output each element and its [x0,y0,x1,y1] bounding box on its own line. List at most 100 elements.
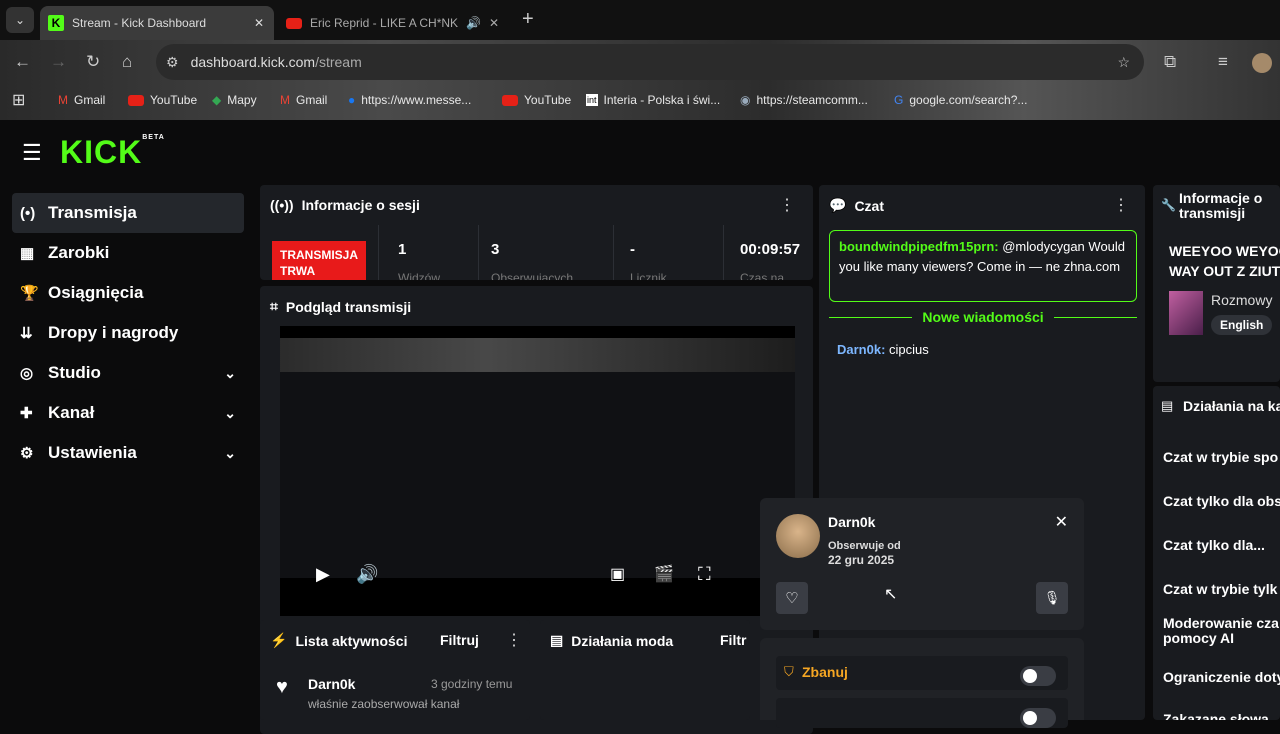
more-options-icon[interactable]: ⋮ [1113,195,1129,215]
youtube-favicon-icon [286,17,302,29]
activity-list-header: ⚡ Lista aktywności [270,632,408,649]
counter-label: Licznik [630,271,667,280]
stream-info-title: Informacje o transmisji [1179,190,1263,221]
user-card-actions: ⛉ Zbanuj [760,638,1084,728]
url-path: /stream [315,54,362,70]
channel-action-ai-moderation[interactable]: Moderowanie cza pomocy AI [1163,616,1280,646]
apps-grid-icon[interactable]: ⊞ [12,90,25,110]
pinned-message-mention: @mlodycygan [1002,239,1085,254]
forward-icon[interactable]: → [50,52,67,72]
second-toggle-row[interactable] [776,698,1068,728]
channel-action-subscribers-only[interactable]: Czat tylko dla... [1163,537,1265,553]
clip-icon[interactable]: 🎬 [654,564,674,584]
viewers-label: Widzów [398,271,441,280]
extensions-icon[interactable]: ⧉ [1164,52,1176,72]
profile-avatar[interactable] [1252,53,1272,73]
shield-icon: ⛉ [784,664,794,679]
gear-icon: ⚙ [20,445,34,462]
pinned-message-user[interactable]: boundwindpipedfm15prn: [839,239,999,254]
ban-row[interactable]: ⛉ Zbanuj [776,656,1068,690]
drops-icon: ⇊ [20,325,33,342]
volume-icon[interactable]: 🔊 [356,564,378,585]
user-card-popup: Darn0k Obserwuje od 22 gru 2025 ✕ ♡ 🎙 [760,498,1084,630]
sidebar-item-dropy[interactable]: ⇊ Dropy i nagrody [12,313,244,353]
back-icon[interactable]: ← [14,52,31,72]
media-control-icon[interactable]: ≡ [1218,52,1228,72]
bookmark-google[interactable]: Ggoogle.com/search?... [894,88,1027,112]
channel-action-emote-mode[interactable]: Czat w trybie tylk [1163,581,1277,597]
address-bar[interactable]: ⚙ dashboard.kick.com /stream ☆ [156,44,1144,80]
counter-value: - [630,241,635,258]
option-toggle[interactable] [1020,708,1056,728]
category-thumbnail [1169,291,1203,335]
browser-chrome: ⌄ K Stream - Kick Dashboard ✕ Eric Repri… [0,0,1280,120]
hamburger-menu-icon[interactable]: ☰ [22,140,42,166]
bookmark-steam[interactable]: ◉ https://steamcomm... [740,88,868,112]
close-icon[interactable]: ✕ [1055,512,1068,532]
google-icon: G [894,93,904,107]
tab-kick-dashboard[interactable]: K Stream - Kick Dashboard ✕ [40,6,274,40]
bookmark-interia[interactable]: int Interia - Polska i świ... [586,88,720,112]
bolt-icon: ⚡ [270,632,288,648]
tab-youtube-music[interactable]: Eric Reprid - LIKE A CH*NK 🔊 ✕ [286,6,506,40]
pinned-message[interactable]: boundwindpipedfm15prn: @mlodycygan Would… [829,230,1137,302]
activity-time: 3 godziny temu [431,677,513,691]
more-options-icon[interactable]: ⋮ [779,195,795,215]
live-status-badge: TRANSMISJA TRWA [272,241,366,280]
bookmark-youtube-2[interactable]: YouTube [502,88,571,112]
divider-line [1053,316,1138,318]
new-tab-button[interactable]: + [522,8,534,31]
language-tag: English [1211,315,1273,335]
channel-action-followers-only[interactable]: Czat tylko dla obs [1163,493,1280,509]
chevron-down-icon: ⌄ [224,364,236,381]
sidebar-item-studio[interactable]: ◎ Studio ⌄ [12,353,244,393]
bookmark-messenger[interactable]: ● https://www.messe... [348,88,471,112]
sidebar-item-ustawienia[interactable]: ⚙ Ustawienia ⌄ [12,433,244,473]
follow-since-label: Obserwuje od [828,540,901,552]
channel-action-slow-mode[interactable]: Czat w trybie spo [1163,449,1278,465]
bookmark-gmail[interactable]: M Gmail [58,88,105,112]
bookmark-mapy[interactable]: ◆ Mapy [212,88,257,112]
new-messages-divider: Nowe wiadomości [829,309,1138,325]
gmail-icon: M [280,93,290,107]
follow-heart-button[interactable]: ♡ [776,582,808,614]
chat-message: Darn0k: cipcius [837,342,929,357]
sidebar-item-kanal[interactable]: ✚ Kanał ⌄ [12,393,244,433]
picture-in-picture-icon[interactable]: ▣ [610,564,625,584]
activity-user[interactable]: Darn0k [308,676,355,692]
reload-icon[interactable]: ↻ [86,52,100,72]
close-tab-icon[interactable]: ✕ [254,16,264,30]
fullscreen-icon[interactable]: ⛶ [698,564,711,585]
mod-actions-panel: ▤ Działania moda Filtr [540,620,750,720]
play-icon[interactable]: ▶ [316,564,330,585]
sidebar-item-osiagniecia[interactable]: 🏆 Osiągnięcia [12,273,244,313]
preview-icon: ⌗ [270,298,278,314]
home-icon[interactable]: ⌂ [122,52,132,72]
stream-category[interactable]: Rozmowy [1211,292,1272,308]
site-info-icon[interactable]: ⚙ [166,54,179,71]
bookmark-gmail-2[interactable]: M Gmail [280,88,327,112]
sidebar-item-zarobki[interactable]: ▦ Zarobki [12,233,244,273]
bookmark-star-icon[interactable]: ☆ [1117,54,1130,71]
bookmark-youtube[interactable]: YouTube [128,88,197,112]
mute-mic-button[interactable]: 🎙 [1036,582,1068,614]
sidebar-item-transmisja[interactable]: (•) Transmisja [12,193,244,233]
chevron-down-icon: ⌄ [224,404,236,421]
close-tab-icon[interactable]: ✕ [489,16,499,30]
chat-header: 💬 Czat [829,197,884,214]
channel-action-banned-words[interactable]: Zakazane słowa [1163,711,1269,720]
filter-button[interactable]: Filtr [720,632,746,648]
divider-line [829,316,913,318]
session-info-header: ((•)) Informacje o sesji [270,197,420,213]
followers-count: 3 [491,241,500,258]
youtube-icon [128,94,144,106]
channel-action-restriction[interactable]: Ograniczenie doty [1163,669,1280,685]
chat-message-user[interactable]: Darn0k: [837,342,885,357]
kick-logo[interactable]: KICKBETA [60,134,165,171]
tab-search-button[interactable]: ⌄ [6,7,34,33]
more-options-icon[interactable]: ⋮ [506,630,522,650]
gmail-icon: M [58,93,68,107]
ban-toggle[interactable] [1020,666,1056,686]
filter-button[interactable]: Filtruj [440,632,479,648]
kick-dashboard: ☰ KICKBETA (•) Transmisja ▦ Zarobki 🏆 Osiąg… [0,120,1280,734]
